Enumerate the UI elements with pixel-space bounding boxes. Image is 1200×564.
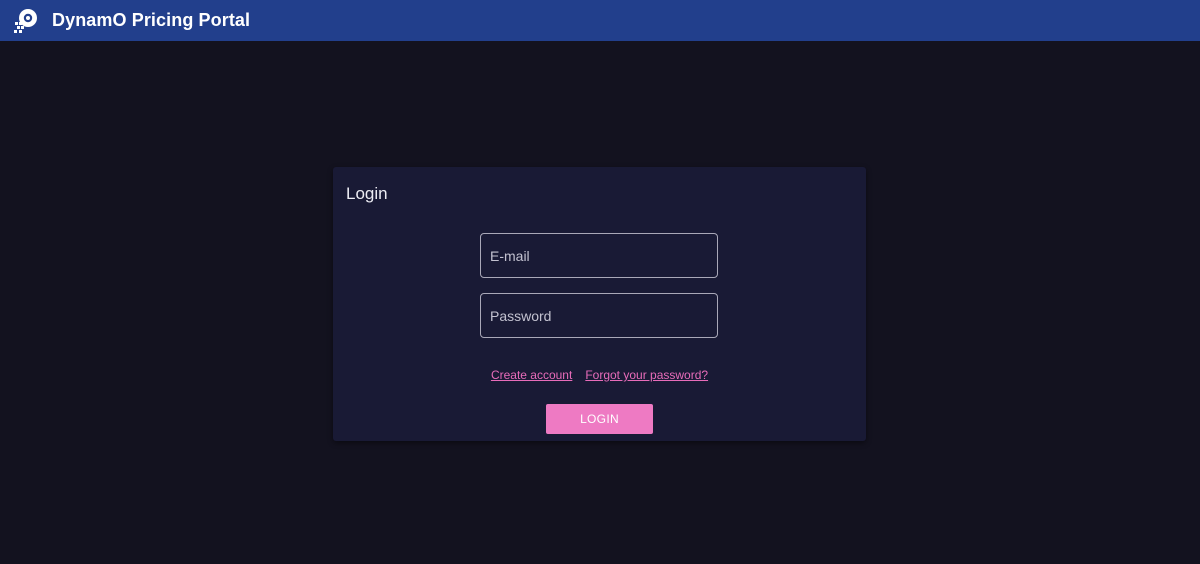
password-input[interactable] xyxy=(481,294,717,337)
login-button[interactable]: LOGIN xyxy=(546,404,653,434)
rocket-logo-icon[interactable] xyxy=(12,7,40,35)
email-input[interactable] xyxy=(481,234,717,277)
login-card: Login Create account Forgot your passwor… xyxy=(333,167,866,441)
account-links: Create account Forgot your password? xyxy=(333,368,866,382)
forgot-password-link[interactable]: Forgot your password? xyxy=(585,368,708,382)
email-field[interactable] xyxy=(480,233,718,278)
create-account-link[interactable]: Create account xyxy=(491,368,572,382)
top-app-bar: DynamO Pricing Portal xyxy=(0,0,1200,41)
password-field[interactable] xyxy=(480,293,718,338)
app-title: DynamO Pricing Portal xyxy=(52,10,251,30)
login-card-title: Login xyxy=(346,184,388,203)
